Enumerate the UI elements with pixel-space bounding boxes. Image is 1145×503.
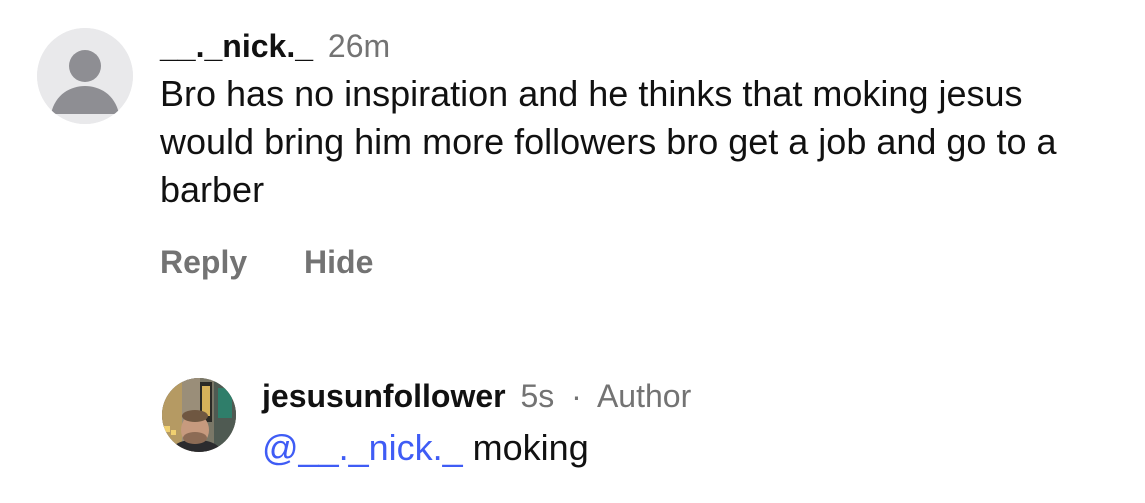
profile-photo-avatar[interactable] [162,378,236,452]
reply-body: jesusunfollower 5s · Author @__._nick._ … [262,376,1122,472]
comment-timestamp: 26m [327,28,391,64]
reply-meta: jesusunfollower 5s · Author [262,376,1122,416]
comment-actions: Reply Hide [160,242,1120,282]
comment-meta: __._nick._ 26m [160,26,1120,66]
reply-button[interactable]: Reply [160,242,247,282]
author-badge: Author [596,378,692,414]
meta-separator: · [571,378,582,414]
comment-username[interactable]: __._nick._ [160,28,313,64]
reply-timestamp: 5s [520,378,555,414]
hide-button[interactable]: Hide [304,242,373,282]
comment-text: Bro has no inspiration and he thinks tha… [160,73,1057,210]
reply-username[interactable]: jesusunfollower [262,378,506,414]
mention-link[interactable]: @__._nick._ [262,427,463,468]
user-silhouette-icon [37,28,133,124]
comment-body: __._nick._ 26m Bro has no inspiration an… [160,26,1120,282]
default-user-avatar-icon[interactable] [37,28,133,124]
reply-message: moking [462,427,589,468]
reply-text: @__._nick._ moking [262,424,1122,472]
profile-photo-icon [162,378,236,452]
